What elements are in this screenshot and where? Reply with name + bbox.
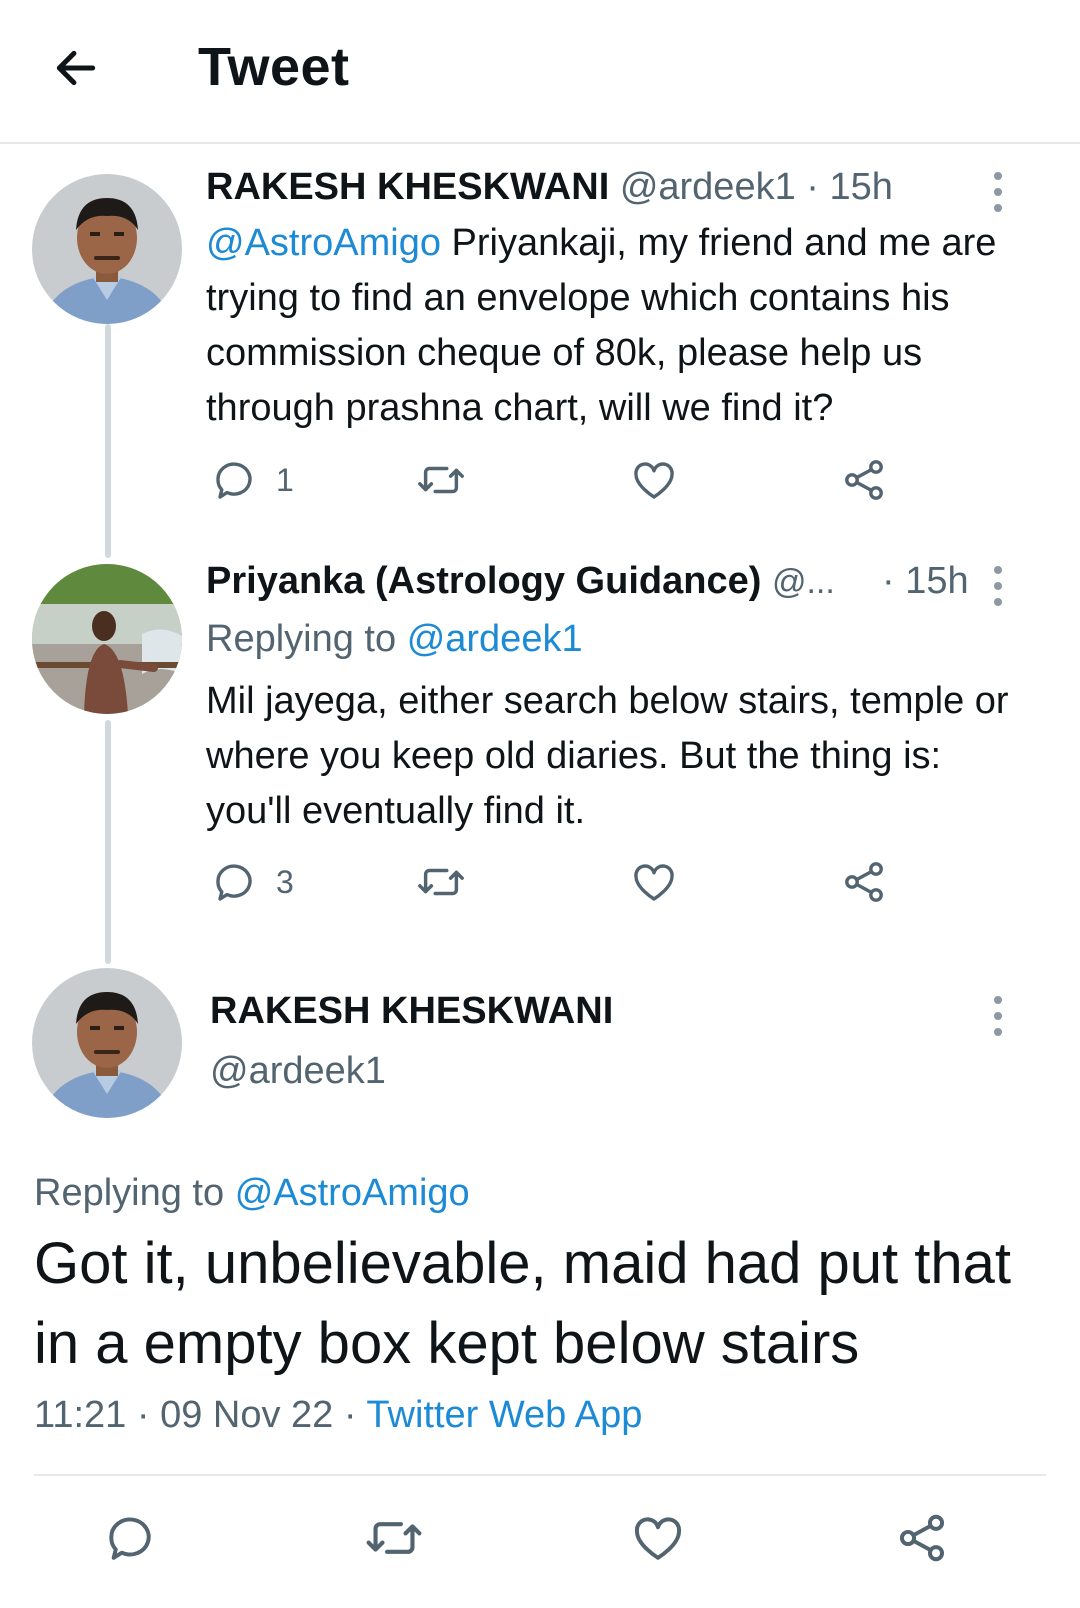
share-icon [899, 1514, 945, 1562]
handle[interactable]: @ardeek1 [210, 1050, 386, 1093]
like-button[interactable] [630, 1510, 686, 1571]
display-name[interactable]: RAKESH KHESKWANI [210, 990, 613, 1033]
avatar-image [32, 564, 182, 714]
main-tweet-actions [0, 1510, 1080, 1570]
heart-icon [635, 1517, 681, 1560]
avatar[interactable] [32, 564, 182, 714]
retweet-button[interactable] [416, 858, 466, 906]
main-tweet-text: Got it, unbelievable, maid had put that … [34, 1231, 1011, 1376]
timestamp[interactable]: · 15h [806, 166, 893, 208]
page-title: Tweet [198, 37, 350, 97]
retweet-button[interactable] [416, 456, 466, 504]
display-name[interactable]: Priyanka (Astrology Guidance) [206, 560, 761, 602]
like-button[interactable] [630, 858, 678, 906]
reply-button[interactable] [102, 1510, 158, 1571]
avatar-image [32, 968, 182, 1118]
thread-connector [105, 720, 111, 964]
retweet-icon [366, 1522, 422, 1554]
arrow-left-icon [56, 50, 96, 86]
reply-button[interactable]: 3 [210, 858, 294, 906]
replying-label: Replying to [206, 618, 397, 660]
back-button[interactable] [48, 40, 104, 96]
speech-bubble-icon [109, 1517, 151, 1560]
avatar[interactable] [32, 174, 182, 324]
retweet-button[interactable] [364, 1510, 424, 1571]
speech-bubble-icon [216, 462, 252, 499]
share-icon [845, 460, 883, 500]
speech-bubble-icon [216, 864, 252, 901]
share-button[interactable] [840, 456, 888, 504]
tweet-text: Mil jayega, either search below stairs, … [206, 680, 1009, 832]
tweet-header: Priyanka (Astrology Guidance) @... [206, 560, 835, 603]
retweet-icon [418, 466, 464, 494]
tweet-text: @AstroAmigo Priyankaji, my friend and me… [206, 216, 1036, 436]
replying-label: Replying to [34, 1172, 225, 1214]
avatar[interactable] [32, 968, 182, 1118]
top-bar: Tweet [0, 0, 1080, 144]
tweet-meta: 11:21 · 09 Nov 22 · Twitter Web App [34, 1394, 643, 1436]
more-options-button[interactable] [986, 172, 1010, 212]
reply-button[interactable]: 1 [210, 456, 294, 504]
tweet-actions: 3 [210, 858, 910, 914]
replying-to: Replying to @AstroAmigo [34, 1172, 470, 1215]
heart-icon [634, 864, 674, 901]
more-options-button[interactable] [986, 996, 1010, 1036]
retweet-icon [418, 868, 464, 896]
tweet-header: RAKESH KHESKWANI @ardeek1 · 15h [206, 166, 893, 209]
handle[interactable]: @ardeek1 [620, 166, 796, 208]
heart-icon [634, 462, 674, 499]
like-button[interactable] [630, 456, 678, 504]
share-button[interactable] [894, 1510, 950, 1571]
replying-to-link[interactable]: @ardeek1 [407, 618, 583, 660]
mention-link[interactable]: @AstroAmigo [206, 222, 441, 264]
tweet-actions: 1 [210, 456, 910, 512]
source-link[interactable]: Twitter Web App [366, 1394, 642, 1436]
more-options-button[interactable] [986, 566, 1010, 606]
thread-connector [105, 324, 111, 558]
divider [34, 1474, 1046, 1476]
share-icon [845, 862, 883, 902]
handle[interactable]: @... [772, 563, 835, 601]
reply-count: 1 [276, 461, 294, 498]
replying-to: Replying to @ardeek1 [206, 618, 583, 661]
tweet-time: 11:21 [34, 1394, 127, 1436]
avatar-image [32, 174, 182, 324]
tweet-date: 09 Nov 22 [160, 1394, 334, 1436]
reply-count: 3 [276, 863, 294, 900]
share-button[interactable] [840, 858, 888, 906]
replying-to-link[interactable]: @AstroAmigo [235, 1172, 470, 1214]
display-name[interactable]: RAKESH KHESKWANI [206, 166, 609, 208]
timestamp[interactable]: · 15h [882, 560, 969, 603]
